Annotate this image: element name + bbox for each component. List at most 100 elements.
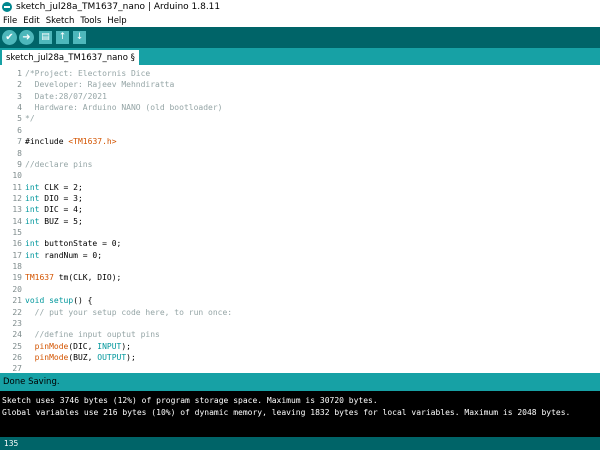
line-number: 4 — [17, 103, 22, 113]
line-number: 18 — [12, 262, 22, 272]
code-token: buttonState = 0; — [39, 239, 122, 249]
title-bar: sketch_jul28a_TM1637_nano | Arduino 1.8.… — [0, 0, 600, 14]
upload-button[interactable]: ➜ — [19, 30, 34, 45]
line-number: 21 — [12, 296, 22, 306]
menu-edit[interactable]: Edit — [23, 16, 39, 26]
code-token: OUTPUT — [97, 352, 127, 362]
line-number: 22 — [12, 307, 22, 317]
code-token: int — [25, 250, 40, 260]
new-file-icon: ▤ — [41, 32, 50, 42]
code-line[interactable]: Hardware: Arduino NANO (old bootloader) — [25, 102, 595, 113]
code-line[interactable] — [25, 261, 595, 272]
code-line[interactable] — [25, 318, 595, 329]
code-line[interactable]: //define input ouptut pins — [25, 329, 595, 340]
status-message: Done Saving. — [3, 377, 60, 387]
code-line[interactable]: */ — [25, 113, 595, 124]
line-number-gutter: 1 2 3 4 5 6 7 8 9 10 11 12 13 14 15 16 17 18 19 20 21 22 23 24 2… — [0, 68, 22, 373]
tab-label: sketch_jul28a_TM1637_nano § — [6, 52, 135, 63]
code-token: // put your setup code here, to run once… — [25, 307, 233, 317]
code-token: int — [25, 193, 40, 203]
code-line[interactable]: int buttonState = 0; — [25, 238, 595, 249]
line-number: 6 — [17, 125, 22, 135]
code-line[interactable]: int DIO = 3; — [25, 193, 595, 204]
code-token: int — [25, 182, 40, 192]
download-arrow-icon: ↓ — [75, 32, 84, 42]
code-token: Developer: Rajeev Mehndiratta — [25, 80, 175, 90]
code-line[interactable] — [25, 148, 595, 159]
code-line[interactable]: Date:28/07/2021 — [25, 91, 595, 102]
line-number: 14 — [12, 216, 22, 226]
line-number: 12 — [12, 193, 22, 203]
code-token: int — [25, 205, 40, 215]
code-line[interactable]: int CLK = 2; — [25, 182, 595, 193]
code-line[interactable]: int BUZ = 5; — [25, 216, 595, 227]
line-number: 25 — [12, 341, 22, 351]
menu-sketch[interactable]: Sketch — [46, 16, 75, 26]
menu-help[interactable]: Help — [107, 16, 126, 26]
code-line[interactable]: /*Project: Electornis Dice — [25, 68, 595, 79]
code-token: pinMode — [34, 341, 69, 351]
code-line[interactable]: //declare pins — [25, 159, 595, 170]
code-line[interactable] — [25, 284, 595, 295]
code-token: CLK = 2; — [39, 182, 83, 192]
bottom-status-bar: 135 — [0, 437, 600, 450]
line-number: 3 — [17, 91, 22, 101]
tab-bar: sketch_jul28a_TM1637_nano § — [0, 48, 600, 65]
line-number: 19 — [12, 273, 22, 283]
code-token: DIO = 3; — [39, 193, 83, 203]
console-line: Sketch uses 3746 bytes (12%) of program … — [2, 396, 378, 405]
menu-tools[interactable]: Tools — [80, 16, 101, 26]
code-token: Date:28/07/2021 — [25, 91, 107, 101]
arduino-logo-icon — [2, 2, 12, 12]
code-line[interactable]: Developer: Rajeev Mehndiratta — [25, 79, 595, 90]
code-line[interactable] — [25, 125, 595, 136]
verify-button[interactable]: ✔ — [2, 30, 17, 45]
code-token: (DIC, — [68, 341, 98, 351]
code-token: Hardware: Arduino NANO (old bootloader) — [25, 103, 223, 113]
console-line: Global variables use 216 bytes (10%) of … — [2, 408, 571, 417]
checkmark-icon: ✔ — [5, 31, 14, 43]
toolbar: ✔ ➜ ▤ ↑ ↓ — [0, 27, 600, 48]
code-line[interactable]: // put your setup code here, to run once… — [25, 307, 595, 318]
code-line[interactable]: TM1637 tm(CLK, DIO); — [25, 272, 595, 283]
line-number: 16 — [12, 239, 22, 249]
save-button[interactable]: ↓ — [73, 31, 86, 44]
code-token: tm(CLK, DIO); — [53, 273, 122, 283]
line-number: 24 — [12, 330, 22, 340]
code-line[interactable]: int randNum = 0; — [25, 250, 595, 261]
new-button[interactable]: ▤ — [39, 31, 52, 44]
code-token: int — [25, 216, 40, 226]
code-token: pinMode — [34, 352, 69, 362]
code-line[interactable] — [25, 170, 595, 181]
code-line[interactable]: void setup() { — [25, 295, 595, 306]
window-title: sketch_jul28a_TM1637_nano | Arduino 1.8.… — [16, 2, 221, 12]
code-token: //define input ouptut pins — [25, 330, 160, 340]
code-token: BUZ = 5; — [39, 216, 83, 226]
code-line[interactable] — [25, 227, 595, 238]
menu-file[interactable]: File — [3, 16, 17, 26]
line-number: 11 — [12, 182, 22, 192]
code-token: */ — [25, 114, 35, 124]
code-line[interactable]: #include <TM1637.h> — [25, 136, 595, 147]
line-number: 7 — [17, 137, 22, 147]
code-line[interactable] — [25, 363, 595, 373]
console-output[interactable]: Sketch uses 3746 bytes (12%) of program … — [0, 391, 600, 437]
code-token: int — [25, 239, 40, 249]
code-editor[interactable]: 1 2 3 4 5 6 7 8 9 10 11 12 13 14 15 16 17 18 19 20 21 22 23 24 2… — [0, 65, 600, 373]
line-number: 23 — [12, 318, 22, 328]
code-area[interactable]: /*Project: Electornis Dice Developer: Ra… — [25, 68, 595, 373]
open-button[interactable]: ↑ — [56, 31, 69, 44]
code-line[interactable]: int DIC = 4; — [25, 204, 595, 215]
code-token: /*Project: Electornis Dice — [25, 69, 151, 78]
code-token: //declare pins — [25, 159, 93, 169]
line-number: 9 — [17, 159, 22, 169]
code-token: randNum = 0; — [39, 250, 103, 260]
code-line[interactable]: pinMode(BUZ, OUTPUT); — [25, 352, 595, 363]
tab-sketch[interactable]: sketch_jul28a_TM1637_nano § — [2, 50, 139, 65]
line-number: 2 — [17, 80, 22, 90]
arrow-right-icon: ➜ — [22, 31, 31, 43]
line-indicator: 135 — [4, 439, 19, 448]
code-line[interactable]: pinMode(DIC, INPUT); — [25, 341, 595, 352]
line-number: 27 — [12, 364, 22, 373]
